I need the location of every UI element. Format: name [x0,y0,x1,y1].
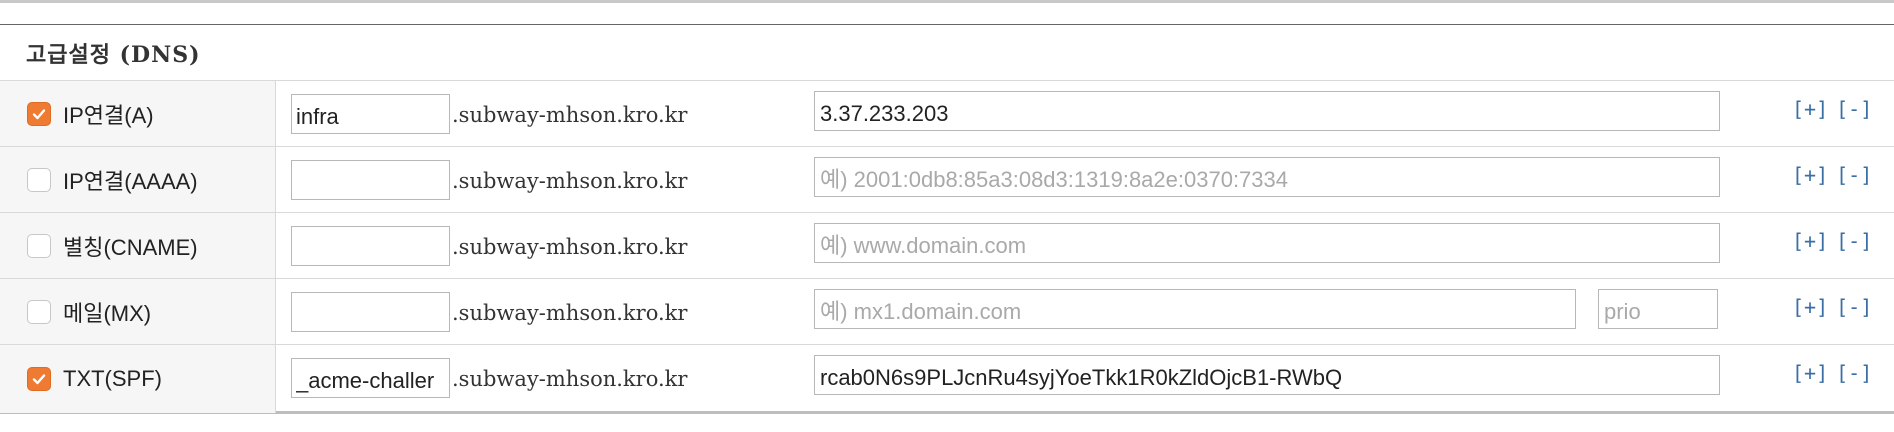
mx-priority-input[interactable] [1598,289,1718,329]
domain-suffix: .subway-mhson.kro.kr [452,169,688,193]
record-aaaa-checkbox[interactable] [27,167,51,192]
record-mx-checkbox[interactable] [27,299,51,324]
record-type-label: TXT(SPF) [63,366,162,391]
record-value-input[interactable] [814,157,1720,197]
remove-record-button[interactable]: [-] [1836,295,1872,319]
host-input[interactable] [291,358,450,398]
record-type-label: IP연결(AAAA) [63,168,198,194]
domain-suffix: .subway-mhson.kro.kr [452,367,688,391]
record-type-label: IP연결(A) [63,102,154,128]
remove-record-button[interactable]: [-] [1836,97,1872,121]
check-icon [32,374,46,385]
dns-settings-panel: 고급설정 (DNS) IP연결(A) .subway-mhson.kro.kr … [0,24,1894,414]
record-value-input[interactable] [814,355,1720,395]
record-content-cell: .subway-mhson.kro.kr [+] [-] [276,81,1894,146]
remove-record-button[interactable]: [-] [1836,163,1872,187]
domain-suffix: .subway-mhson.kro.kr [452,235,688,259]
record-type-label: 메일(MX) [63,300,152,326]
row-actions: [+] [-] [1792,295,1872,319]
record-content-cell: .subway-mhson.kro.kr [+] [-] [276,147,1894,212]
domain-suffix: .subway-mhson.kro.kr [452,301,688,325]
record-row-a: IP연결(A) .subway-mhson.kro.kr [+] [-] [0,81,1894,147]
record-label-cell: IP연결(AAAA) [0,147,276,212]
record-content-cell: .subway-mhson.kro.kr [+] [-] [276,213,1894,278]
add-record-button[interactable]: [+] [1792,163,1828,187]
row-actions: [+] [-] [1792,229,1872,253]
host-input[interactable] [291,94,450,134]
row-actions: [+] [-] [1792,97,1872,121]
record-a-checkbox[interactable] [27,101,51,126]
host-input[interactable] [291,226,450,266]
record-value-input[interactable] [814,289,1576,329]
check-icon [32,108,46,119]
domain-suffix: .subway-mhson.kro.kr [452,103,688,127]
record-row-aaaa: IP연결(AAAA) .subway-mhson.kro.kr [+] [-] [0,147,1894,213]
remove-record-button[interactable]: [-] [1836,229,1872,253]
record-value-input[interactable] [814,223,1720,263]
record-cname-checkbox[interactable] [27,233,51,258]
add-record-button[interactable]: [+] [1792,361,1828,385]
record-value-input[interactable] [814,91,1720,131]
add-record-button[interactable]: [+] [1792,229,1828,253]
add-record-button[interactable]: [+] [1792,295,1828,319]
record-row-cname: 별칭(CNAME) .subway-mhson.kro.kr [+] [-] [0,213,1894,279]
add-record-button[interactable]: [+] [1792,97,1828,121]
record-content-cell: .subway-mhson.kro.kr [+] [-] [276,279,1894,344]
panel-header: 고급설정 (DNS) [0,25,1894,81]
record-row-mx: 메일(MX) .subway-mhson.kro.kr [+] [-] [0,279,1894,345]
row-actions: [+] [-] [1792,163,1872,187]
record-label-cell: TXT(SPF) [0,345,276,413]
record-type-label: 별칭(CNAME) [63,234,198,260]
record-txt-checkbox[interactable] [27,367,51,391]
top-divider [0,0,1894,3]
record-row-txt: TXT(SPF) .subway-mhson.kro.kr [+] [-] [0,345,1894,413]
record-label-cell: IP연결(A) [0,81,276,146]
record-content-cell: .subway-mhson.kro.kr [+] [-] [276,345,1894,413]
row-actions: [+] [-] [1792,361,1872,385]
host-input[interactable] [291,292,450,332]
record-label-cell: 메일(MX) [0,279,276,344]
remove-record-button[interactable]: [-] [1836,361,1872,385]
record-label-cell: 별칭(CNAME) [0,213,276,278]
section-title: 고급설정 (DNS) [26,41,201,68]
host-input[interactable] [291,160,450,200]
